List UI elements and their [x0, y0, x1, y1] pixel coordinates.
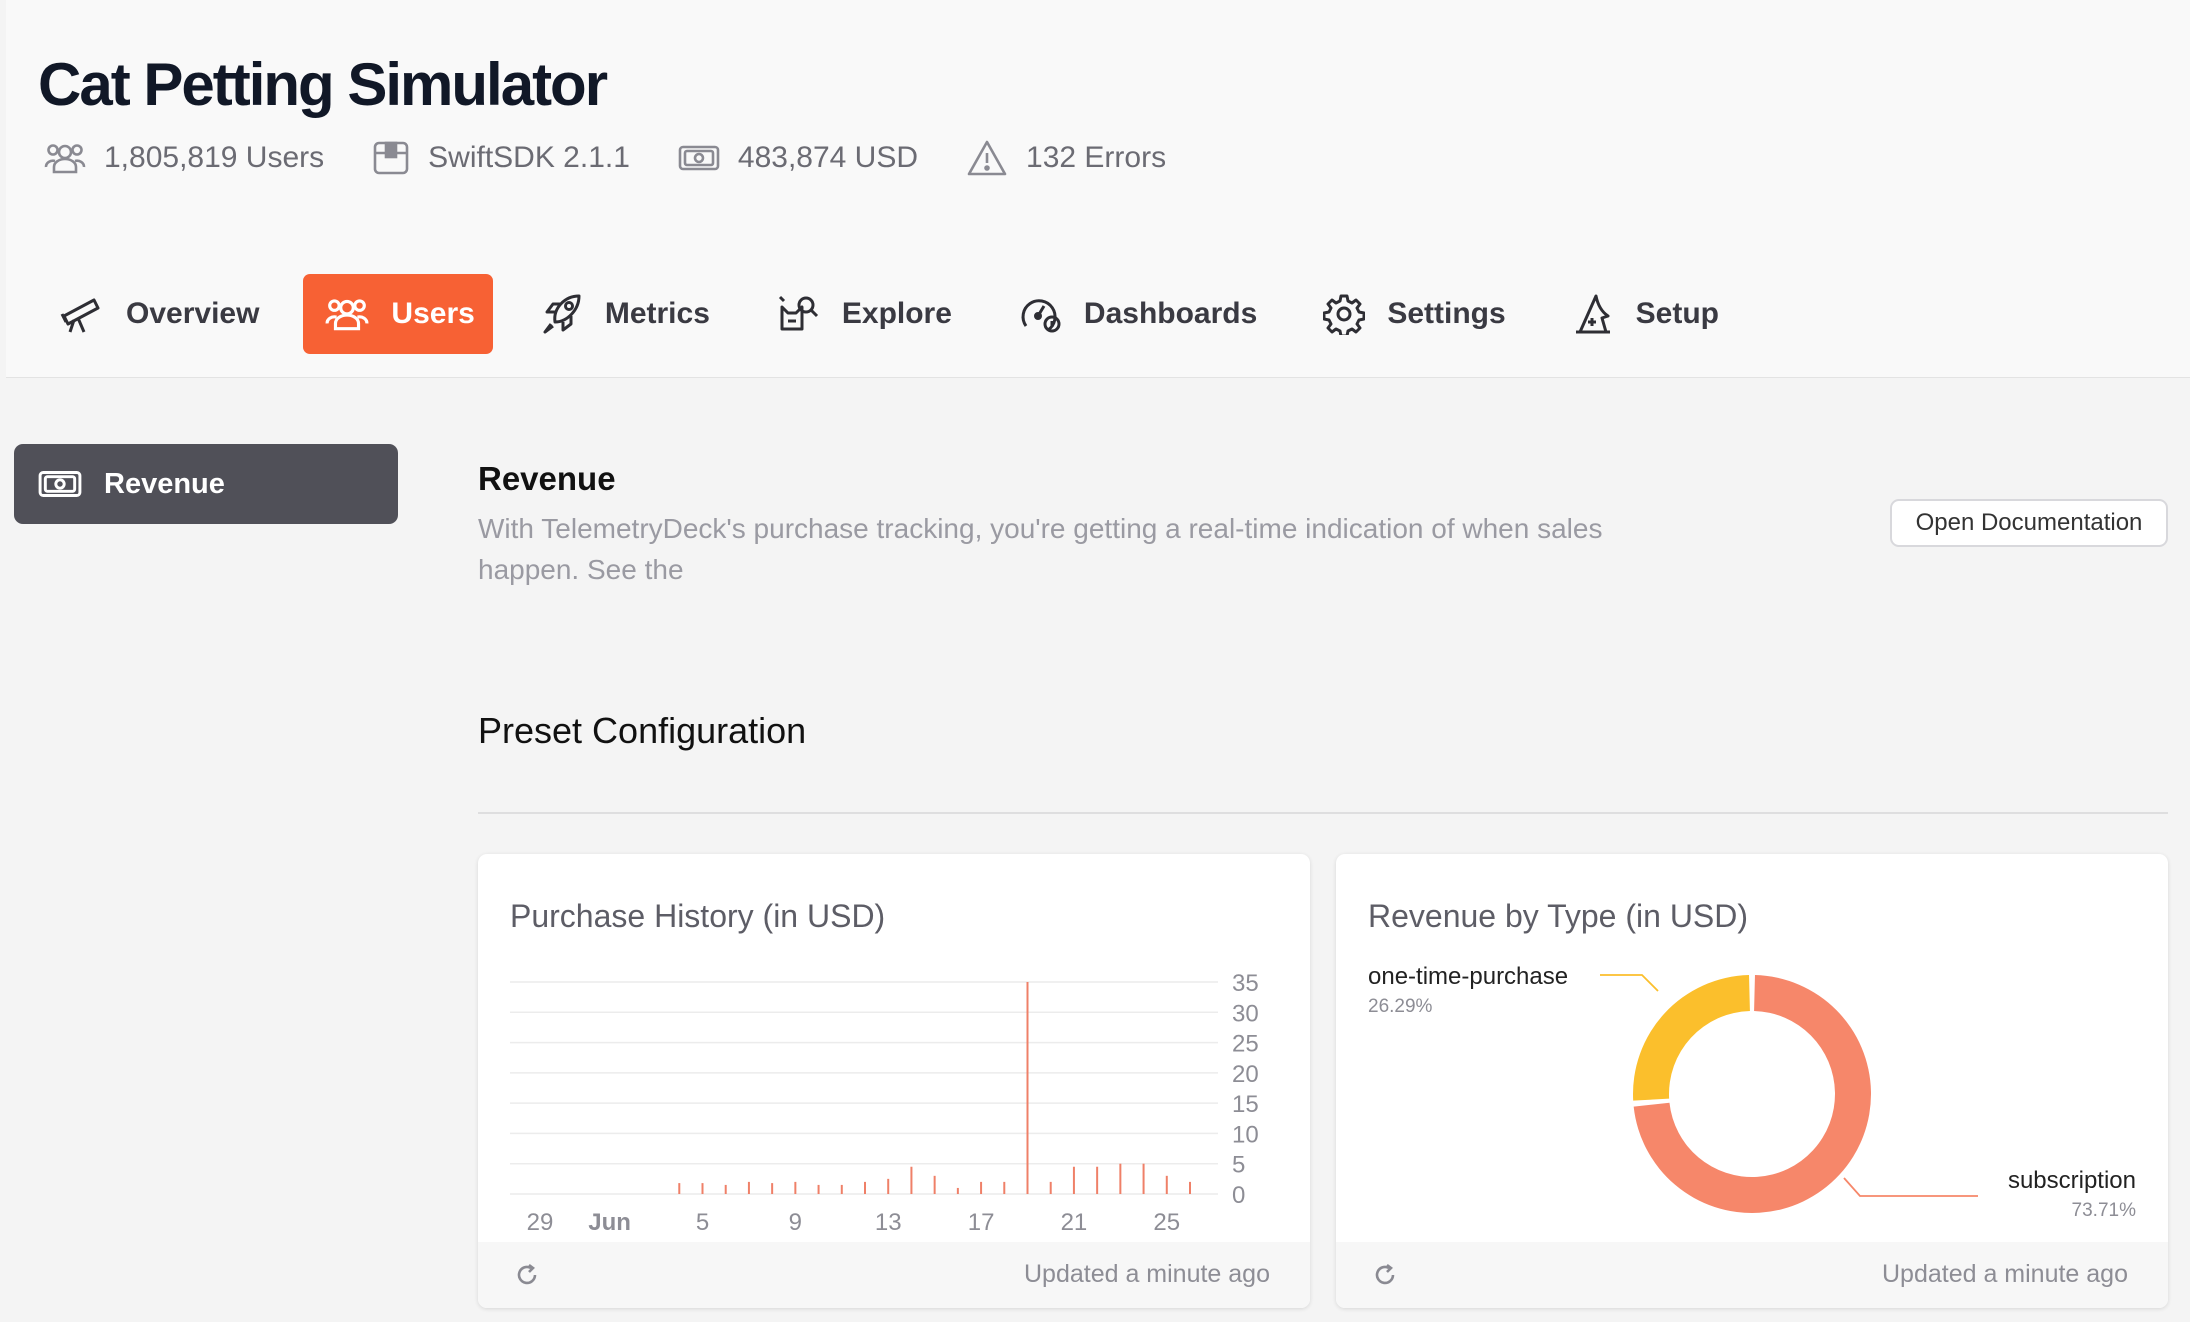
slice-label: subscription: [2008, 1167, 2136, 1194]
revenue-total: 483,874 USD: [737, 141, 919, 174]
purchase-history-chart: 0 5 10 15 20 25 30 35 29 Jun 5 9 13 17 21 25: [510, 970, 1259, 1236]
errors-stat: 132 Errors: [966, 139, 1166, 177]
cat-search-icon: [778, 295, 818, 331]
y-tick-label: 0: [1232, 1182, 1245, 1209]
sdk-version: SwiftSDK 2.1.1: [428, 141, 630, 174]
purchase-history-card: Purchase History (in USD) 0 5 10 15 20 25 30 35…: [478, 854, 1310, 1308]
y-tick-label: 20: [1232, 1061, 1259, 1088]
y-tick-label: 25: [1232, 1031, 1259, 1058]
sdk-stat: SwiftSDK 2.1.1: [372, 140, 630, 176]
slice-label: one-time-purchase: [1368, 963, 1568, 990]
updated-timestamp: Updated a minute ago: [1023, 1260, 1270, 1288]
tab-setup[interactable]: Setup: [1550, 274, 1737, 354]
y-tick-label: 30: [1232, 1000, 1259, 1027]
users-icon: [44, 144, 86, 174]
header: Cat Petting Simulator 1,805,819 Users Sw…: [6, 0, 2190, 378]
main-nav: Overview Users Metrics Explore Dashboard…: [36, 274, 1763, 354]
card-footer: Updated a minute ago: [1336, 1242, 2168, 1308]
x-tick-label: 9: [789, 1209, 802, 1236]
sidebar-item-label: Revenue: [104, 467, 225, 500]
revenue-stat: 483,874 USD: [678, 141, 918, 175]
users-stat: 1,805,819 Users: [44, 141, 324, 175]
x-tick-label: 29: [527, 1209, 554, 1236]
slice-value-label: 73.71%: [2072, 1200, 2137, 1221]
box-icon: [373, 141, 409, 175]
x-tick-label: 21: [1061, 1209, 1088, 1236]
page-description: With TelemetryDeck's purchase tracking, …: [478, 513, 1603, 585]
tab-explore[interactable]: Explore: [754, 274, 970, 354]
gear-icon: [1323, 294, 1366, 335]
tab-users[interactable]: Users: [303, 274, 493, 354]
tab-settings[interactable]: Settings: [1301, 274, 1523, 354]
tab-dashboards[interactable]: Dashboards: [996, 274, 1275, 354]
x-tick-label: Jun: [588, 1209, 631, 1236]
tab-metrics[interactable]: Metrics: [519, 274, 728, 354]
tab-overview[interactable]: Overview: [36, 274, 277, 354]
updated-timestamp: Updated a minute ago: [1881, 1260, 2128, 1288]
refresh-icon[interactable]: [514, 1262, 540, 1288]
x-tick-label: 25: [1153, 1209, 1180, 1236]
page-title: Revenue: [478, 460, 616, 497]
app-title: Cat Petting Simulator: [38, 51, 608, 118]
leader-line: [1600, 974, 1659, 992]
users-count: 1,805,819 Users: [104, 141, 325, 174]
open-documentation-button[interactable]: Open Documentation: [1890, 499, 2168, 547]
pie-slice-one-time-purchase: [1633, 975, 1750, 1101]
slice-value-label: 26.29%: [1368, 996, 1433, 1017]
errors-count: 132 Errors: [1026, 141, 1167, 174]
telescope-icon: [60, 298, 100, 333]
wizard-hat-icon: [1575, 294, 1610, 334]
divider: [478, 812, 2168, 814]
rocket-icon: [543, 294, 581, 334]
banknote-icon: [38, 471, 82, 497]
banknote-icon: [678, 145, 720, 171]
gauge-icon: [1021, 299, 1061, 333]
refresh-icon[interactable]: [1372, 1262, 1398, 1288]
app-stats: 1,805,819 Users SwiftSDK 2.1.1 483,874 U…: [44, 137, 1214, 179]
preset-configuration-heading: Preset Configuration: [478, 710, 807, 751]
y-tick-label: 35: [1232, 970, 1259, 997]
x-tick-label: 17: [968, 1209, 995, 1236]
y-tick-label: 15: [1232, 1091, 1259, 1118]
leader-line: [1843, 1177, 1978, 1197]
warning-icon: [967, 140, 1007, 176]
revenue-by-type-chart: one-time-purchase 26.29% subscription 73.71…: [1368, 963, 2137, 1221]
y-tick-label: 10: [1232, 1121, 1259, 1148]
x-tick-label: 5: [696, 1209, 709, 1236]
users-icon: [325, 299, 369, 331]
card-footer: Updated a minute ago: [478, 1242, 1310, 1308]
sidebar-item-revenue[interactable]: Revenue: [14, 444, 398, 524]
y-tick-label: 5: [1232, 1152, 1245, 1179]
x-tick-label: 13: [875, 1209, 902, 1236]
revenue-by-type-card: Revenue by Type (in USD) one-time-purcha…: [1336, 854, 2168, 1308]
